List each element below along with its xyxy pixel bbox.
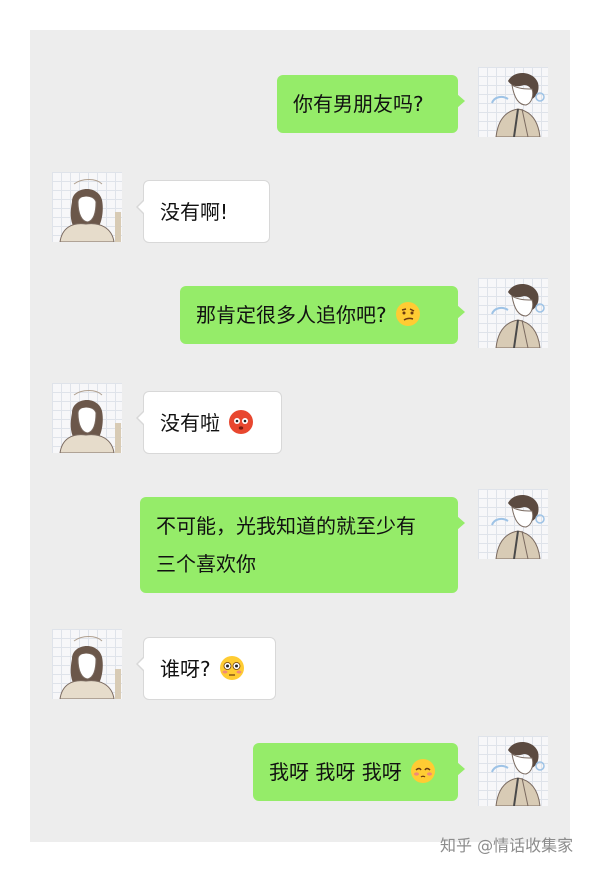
shy-face-emoji <box>411 759 436 783</box>
sent-message[interactable]: 你有男朋友吗? <box>277 75 465 133</box>
girl-avatar[interactable] <box>52 629 122 699</box>
boy-avatar[interactable] <box>478 736 548 806</box>
girl-avatar[interactable] <box>52 172 122 242</box>
embarrassed-face-emoji <box>229 410 254 434</box>
watermark: 知乎 @情话收集家 <box>440 836 574 855</box>
received-message[interactable]: 谁呀? <box>136 637 276 700</box>
boy-avatar[interactable] <box>478 278 548 348</box>
message-text: 谁呀? <box>160 657 211 681</box>
received-message[interactable]: 没有啊! <box>136 180 270 243</box>
sent-message[interactable]: 我呀 我呀 我呀 <box>253 743 465 801</box>
message-text: 那肯定很多人追你吧? <box>196 303 387 327</box>
message-text: 没有啦 <box>160 411 220 435</box>
sent-message[interactable]: 那肯定很多人追你吧? <box>180 286 465 344</box>
message-text: 没有啊! <box>160 200 229 224</box>
sent-message[interactable]: 不可能，光我知道的就至少有 三个喜欢你 <box>140 497 465 593</box>
girl-avatar[interactable] <box>52 383 122 453</box>
message-text: 我呀 我呀 我呀 <box>269 760 402 784</box>
boy-avatar[interactable] <box>478 67 548 137</box>
message-text: 你有男朋友吗? <box>293 92 424 116</box>
boy-avatar[interactable] <box>478 489 548 559</box>
flushed-face-emoji <box>219 656 244 680</box>
message-text-line: 三个喜欢你 <box>156 552 256 576</box>
received-message[interactable]: 没有啦 <box>136 391 282 454</box>
thinking-face-emoji <box>395 302 420 326</box>
message-text-line: 不可能，光我知道的就至少有 <box>156 514 416 538</box>
